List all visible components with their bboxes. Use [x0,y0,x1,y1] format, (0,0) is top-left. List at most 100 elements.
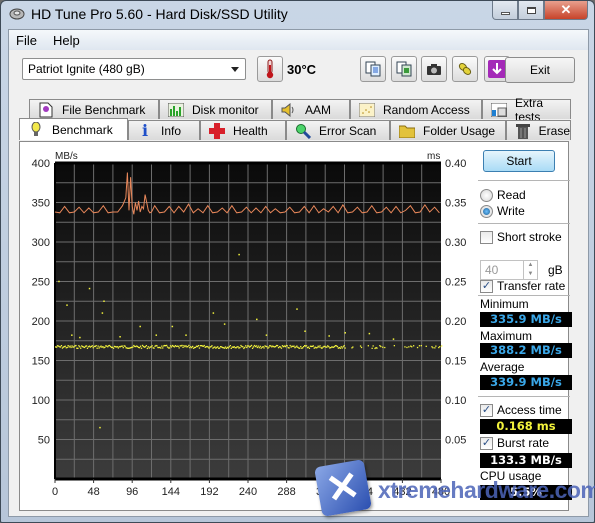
y-axis-right-label: ms [427,151,440,162]
tab-folder-usage[interactable]: Folder Usage [390,120,506,140]
y-tick-right: 0.35 [445,198,466,210]
spin-up-icon[interactable]: ▲ [523,261,537,270]
tab-error-scan[interactable]: Error Scan [286,120,390,140]
access-time-point [101,312,104,314]
access-time-point [256,318,258,321]
access-time-check[interactable]: ✓ [480,403,493,417]
access-time-point [171,325,174,328]
camera-button[interactable] [421,56,447,82]
access-time-point [319,345,321,347]
access-time-point [288,347,290,349]
read-radio-indicator[interactable] [480,188,493,202]
short-stroke-check[interactable] [480,230,493,244]
temperature-button[interactable] [257,56,283,82]
access-time-point [371,347,373,349]
benchmark-panel: MB/s ms 50 100 150 200 250 300 350 400 0.05 0.10 0.1… [19,141,572,511]
start-button[interactable]: Start [483,150,555,172]
write-radio-indicator[interactable] [480,204,493,218]
menu-help[interactable]: Help [53,33,80,48]
access-time-point [255,345,257,347]
access-time-point [119,336,121,338]
tab-info[interactable]: i Info [128,120,200,140]
copy-text-button[interactable] [360,56,386,82]
spin-down-icon[interactable]: ▼ [523,270,537,279]
x-tick: 240 [239,486,257,498]
access-time-point [286,345,288,347]
tab-label: Erase [538,123,570,138]
access-time-point [96,347,98,349]
tab-erase[interactable]: Erase [506,120,571,140]
app-window: HD Tune Pro 5.60 - Hard Disk/SSD Utility… [0,0,595,523]
minimize-button[interactable] [492,1,518,20]
access-time-point [435,345,437,347]
access-time-point [56,346,58,348]
access-time-point [265,334,268,336]
access-time-point [432,347,434,349]
write-radio[interactable]: Write [480,204,525,218]
short-stroke-checkbox[interactable]: Short stroke [480,230,562,244]
y-tick-left: 400 [32,158,50,170]
access-time-point [344,347,346,349]
y-tick-right: 0.05 [445,435,466,447]
access-time-point [368,332,371,335]
tab-label: Error Scan [319,123,377,138]
x-tick: 96 [126,486,138,498]
transfer-rate-check[interactable]: ✓ [480,279,493,293]
access-time-point [147,346,149,348]
tab-health[interactable]: Health [200,120,286,140]
access-time-point [352,346,354,348]
access-time-point [307,346,310,348]
access-time-point [360,346,363,349]
short-stroke-size-input[interactable]: 40 ▲ ▼ [480,260,538,280]
access-time-point [344,332,346,334]
access-time-point [58,280,60,283]
access-time-point [122,347,124,349]
access-time-point [95,345,97,347]
access-time-checkbox[interactable]: ✓ Access time [480,403,562,417]
access-time-value: 0.168 ms [480,419,572,434]
tab-aam[interactable]: AAM [272,99,350,119]
benchmark-chart: MB/s ms 50 100 150 200 250 300 350 400 0.05 0.10 0.1… [32,151,467,498]
drive-select-value: Patriot Ignite (480 gB) [28,62,145,76]
read-radio[interactable]: Read [480,188,526,202]
tab-file-benchmark[interactable]: File Benchmark [29,99,159,119]
extra-tests-icon [491,102,507,118]
access-time-point [84,346,86,349]
tab-disk-monitor[interactable]: Disk monitor [159,99,272,119]
copy-screenshot-icon [396,61,412,77]
access-time-point [404,346,406,348]
access-time-point [406,346,408,349]
access-time-point [191,347,193,349]
client-area: File Help Patriot Ignite (480 gB) 30°C E… [8,29,589,517]
tab-random-access[interactable]: Random Access [350,99,482,119]
coins-button[interactable] [452,56,478,82]
folder-icon [399,123,415,139]
access-time-point [85,345,88,347]
transfer-rate-checkbox[interactable]: ✓ Transfer rate [480,279,565,293]
tab-extra-tests[interactable]: Extra tests [482,96,571,124]
y-tick-left: 50 [38,435,50,447]
copy-screenshot-button[interactable] [391,56,417,82]
x-tick: 432 [393,486,411,498]
access-time-point [173,346,175,348]
drive-select[interactable]: Patriot Ignite (480 gB) [22,58,246,80]
tab-benchmark[interactable]: Benchmark [19,118,128,140]
access-time-point [161,345,163,347]
maximum-value: 388.2 MB/s [480,343,572,358]
access-time-point [156,345,158,347]
x-tick: 48 [87,486,99,498]
access-time-point [230,347,232,349]
transfer-rate-label: Transfer rate [497,279,566,293]
access-time-point [145,345,147,347]
exit-button[interactable]: Exit [505,57,575,83]
menu-bar: File Help [9,30,588,50]
y-tick-left: 350 [32,198,50,210]
disk-monitor-icon [168,102,184,118]
burst-rate-check[interactable]: ✓ [480,436,493,450]
maximize-button[interactable] [518,1,544,20]
access-time-point [153,347,155,349]
access-time-point [86,347,89,349]
menu-file[interactable]: File [16,33,37,48]
burst-rate-checkbox[interactable]: ✓ Burst rate [480,436,549,450]
close-button[interactable]: ✕ [544,1,588,20]
